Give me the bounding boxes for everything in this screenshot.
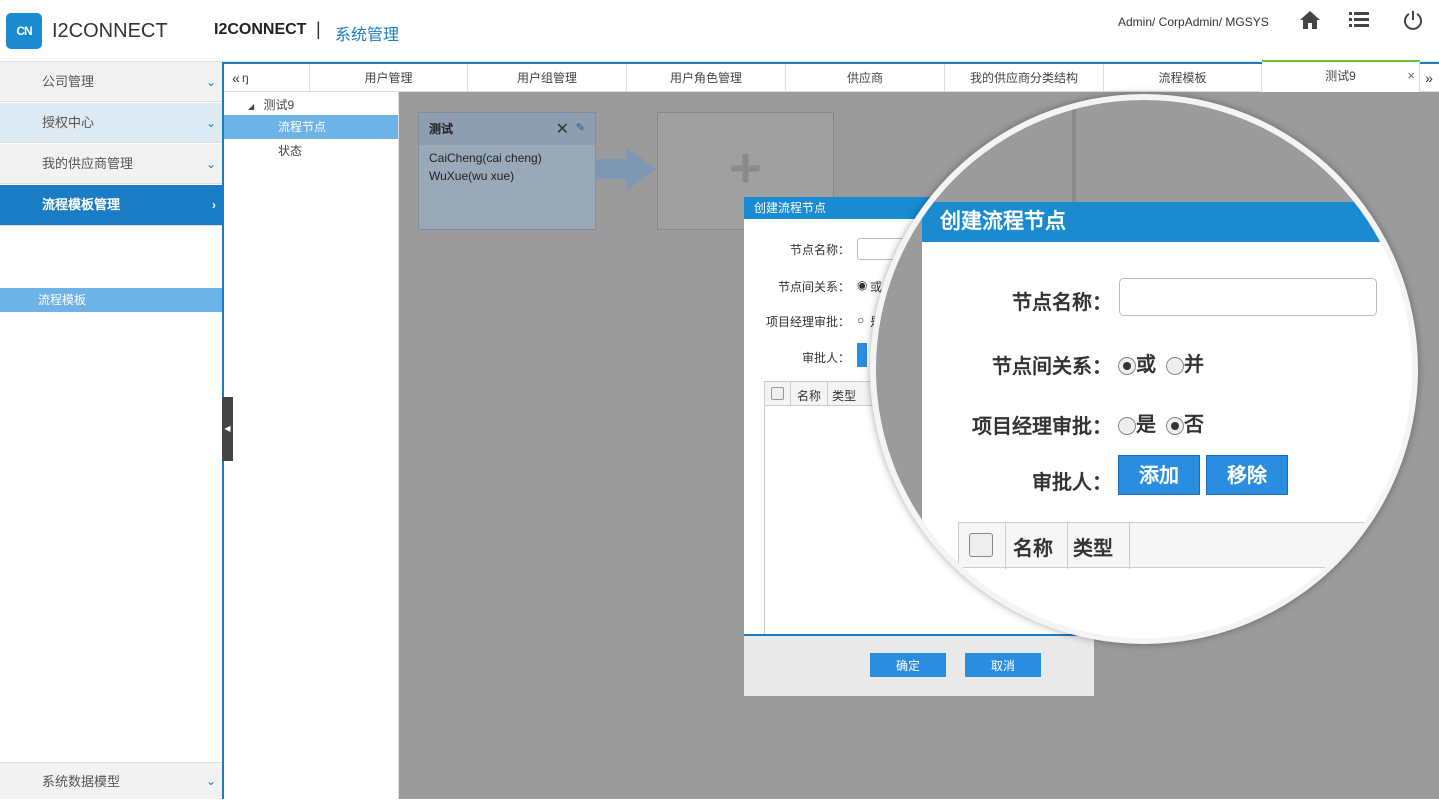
chevron-right-icon: › [212, 198, 216, 212]
magnified-name-input[interactable] [1119, 278, 1377, 316]
flow-arrow-icon [596, 147, 656, 191]
sidebar-item-label: 我的供应商管理 [42, 156, 134, 171]
sidebar: 公司管理 ⌄ 授权中心 ⌄ 我的供应商管理 ⌄ 流程模板管理 › 流程模板 系统… [0, 62, 224, 799]
tree-root-label: 测试9 [263, 98, 295, 112]
tree-node-status[interactable]: 状态 [224, 139, 398, 163]
sidebar-item-auth[interactable]: 授权中心 ⌄ [0, 103, 222, 143]
pm-approval-label: 项目经理审批： [765, 315, 850, 329]
sidebar-item-label: 系统数据模型 [42, 774, 121, 789]
magnified-remove-button[interactable]: 移除 [1206, 455, 1288, 495]
node-name-label: 节点名称： [789, 243, 850, 257]
magnified-pm-yes[interactable]: 是 [1118, 408, 1156, 437]
sidebar-item-system-data-model[interactable]: 系统数据模型 ⌄ [0, 762, 222, 799]
radio-unchecked-icon[interactable] [1118, 416, 1136, 435]
magnified-relation-and[interactable]: 并 [1166, 348, 1204, 377]
cancel-button[interactable]: 取消 [965, 653, 1041, 677]
collapse-panel-handle[interactable]: ◀ [222, 397, 233, 461]
power-icon[interactable] [1401, 10, 1425, 34]
chevron-down-icon: ⌄ [205, 75, 216, 89]
chevron-down-icon: ⌄ [205, 157, 216, 171]
sidebar-item-label: 流程模板管理 [42, 197, 121, 212]
sidebar-item-label: 授权中心 [42, 115, 95, 130]
sidebar-item-suppliers[interactable]: 我的供应商管理 ⌄ [0, 144, 222, 184]
magnified-relation-or[interactable]: 或 [1118, 348, 1156, 377]
approver-label: 审批人： [801, 351, 850, 365]
user-info: Admin/ CorpAdmin/ MGSYS [1118, 15, 1269, 29]
sidebar-item-workflow[interactable]: 流程模板管理 › [0, 185, 222, 226]
select-all-checkbox[interactable] [771, 387, 784, 400]
pm-radio-yes[interactable]: ○ [857, 313, 864, 327]
sidebar-subitem-workflow-template[interactable]: 流程模板 [0, 288, 222, 312]
dialog-footer: 确定 取消 [744, 634, 1094, 696]
radio-checked-icon[interactable] [1118, 356, 1136, 375]
edit-icon[interactable]: ✎ [576, 121, 585, 134]
tab-bar: « ŋ 用户管理 用户组管理 用户角色管理 供应商 我的供应商分类结构 流程模板… [224, 60, 1439, 92]
column-type: 类型 [832, 389, 857, 403]
magnified-add-button[interactable]: 添加 [1118, 455, 1200, 495]
list-icon[interactable] [1347, 10, 1371, 34]
workflow-node-card[interactable]: 测试 ✕ ✎ CaiCheng(cai cheng) WuXue(wu xue) [418, 112, 596, 230]
tree-node-process-node[interactable]: 流程节点 [224, 115, 398, 139]
node-approver: WuXue(wu xue) [429, 169, 515, 183]
tab-user-role-management[interactable]: 用户角色管理 [627, 64, 786, 92]
magnifier-callout: 创建流程节点 节点名称： 节点间关系： 或 并 项目经理审批： 是 否 审批人：… [870, 94, 1418, 644]
sidebar-item-company[interactable]: 公司管理 ⌄ [0, 62, 222, 102]
template-tree: ◢ 测试9 流程节点 状态 [224, 92, 399, 799]
close-icon[interactable]: × [1407, 62, 1415, 90]
tab-label: 测试9 [1325, 69, 1356, 83]
close-icon[interactable]: ✕ [556, 119, 569, 139]
home-icon[interactable] [1298, 10, 1322, 34]
caret-down-icon[interactable]: ◢ [248, 102, 254, 111]
node-approver: CaiCheng(cai cheng) [429, 151, 542, 165]
tab-workflow-template[interactable]: 流程模板 [1104, 64, 1262, 92]
tree-root[interactable]: ◢ 测试9 [248, 96, 294, 113]
logo-icon: CN [6, 13, 42, 49]
magnified-pm-no[interactable]: 否 [1166, 408, 1204, 437]
app-name: I2CONNECT [214, 21, 307, 38]
add-approver-button[interactable] [857, 343, 867, 367]
column-type: 类型 [1073, 538, 1113, 560]
chevron-down-icon: ⌄ [205, 116, 216, 130]
column-name: 名称 [797, 389, 822, 403]
radio-unchecked-icon[interactable] [1166, 356, 1184, 375]
select-all-checkbox[interactable] [969, 533, 993, 557]
column-name: 名称 [1013, 538, 1053, 560]
ok-button[interactable]: 确定 [870, 653, 946, 677]
magnified-pm-label: 项目经理审批： [972, 416, 1112, 438]
node-relation-label: 节点间关系： [777, 280, 850, 294]
logo-text: I2CONNECT [52, 20, 168, 42]
tab-user-group-management[interactable]: 用户组管理 [468, 64, 627, 92]
relation-radio-or[interactable]: ◉ [857, 278, 867, 292]
tab-user-management[interactable]: 用户管理 [310, 64, 468, 92]
magnified-relation-label: 节点间关系： [992, 356, 1112, 378]
magnified-approver-label: 审批人： [1032, 472, 1112, 494]
module-title[interactable]: 系统管理 [335, 21, 399, 45]
title-separator: | [316, 19, 321, 39]
magnified-table-header: 名称 类型 [958, 522, 1378, 569]
tab-partial[interactable]: ŋ [242, 64, 310, 92]
magnified-name-label: 节点名称： [1012, 292, 1112, 314]
tab-supplier-classification[interactable]: 我的供应商分类结构 [945, 64, 1104, 92]
chevron-down-icon: ⌄ [205, 774, 216, 788]
radio-checked-icon[interactable] [1166, 416, 1184, 435]
tab-scroll-right-icon[interactable]: » [1419, 64, 1439, 92]
app-header: CN I2CONNECT I2CONNECT | 系统管理 Admin/ Cor… [0, 0, 1439, 62]
sidebar-item-label: 公司管理 [42, 74, 95, 89]
magnified-dialog: 创建流程节点 节点名称： 节点间关系： 或 并 项目经理审批： 是 否 审批人：… [922, 202, 1412, 638]
tab-supplier[interactable]: 供应商 [786, 64, 945, 92]
tab-test9[interactable]: 测试9 × [1262, 60, 1420, 92]
magnified-dialog-title: 创建流程节点 [922, 202, 1412, 242]
